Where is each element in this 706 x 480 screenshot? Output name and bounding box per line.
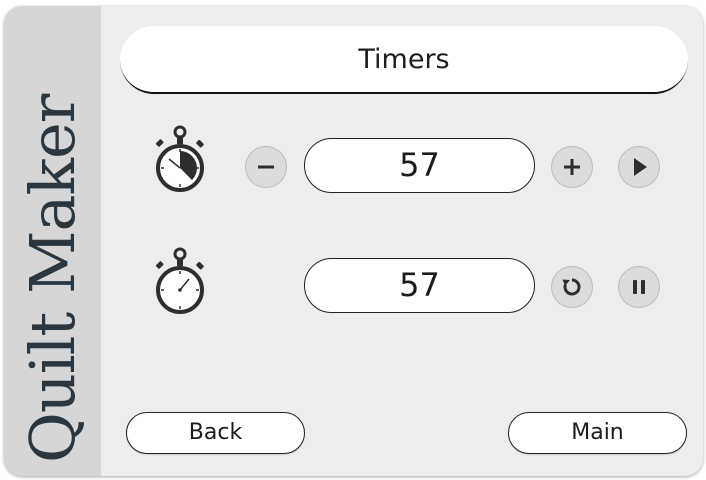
app-panel: Quilt Maker Timers 57 57 Back Main	[4, 6, 703, 476]
minus-icon	[258, 165, 274, 169]
plus-icon	[564, 159, 580, 175]
increment-button[interactable]	[551, 146, 593, 188]
play-icon	[634, 158, 647, 176]
back-button[interactable]: Back	[126, 412, 305, 454]
brand-logo: Quilt Maker	[16, 94, 89, 463]
sidebar: Quilt Maker	[4, 6, 101, 476]
main-button[interactable]: Main	[508, 412, 687, 454]
timer-2-display: 57	[304, 258, 535, 313]
decrement-button[interactable]	[245, 146, 287, 188]
reset-button[interactable]	[551, 266, 593, 308]
page-title: Timers	[120, 26, 688, 94]
reset-icon	[562, 278, 581, 296]
pause-icon	[633, 280, 645, 294]
stopwatch-running-icon	[155, 125, 204, 192]
stopwatch-icon	[155, 247, 204, 314]
start-button[interactable]	[618, 146, 660, 188]
timer-1-display: 57	[304, 138, 535, 193]
pause-button[interactable]	[618, 266, 660, 308]
